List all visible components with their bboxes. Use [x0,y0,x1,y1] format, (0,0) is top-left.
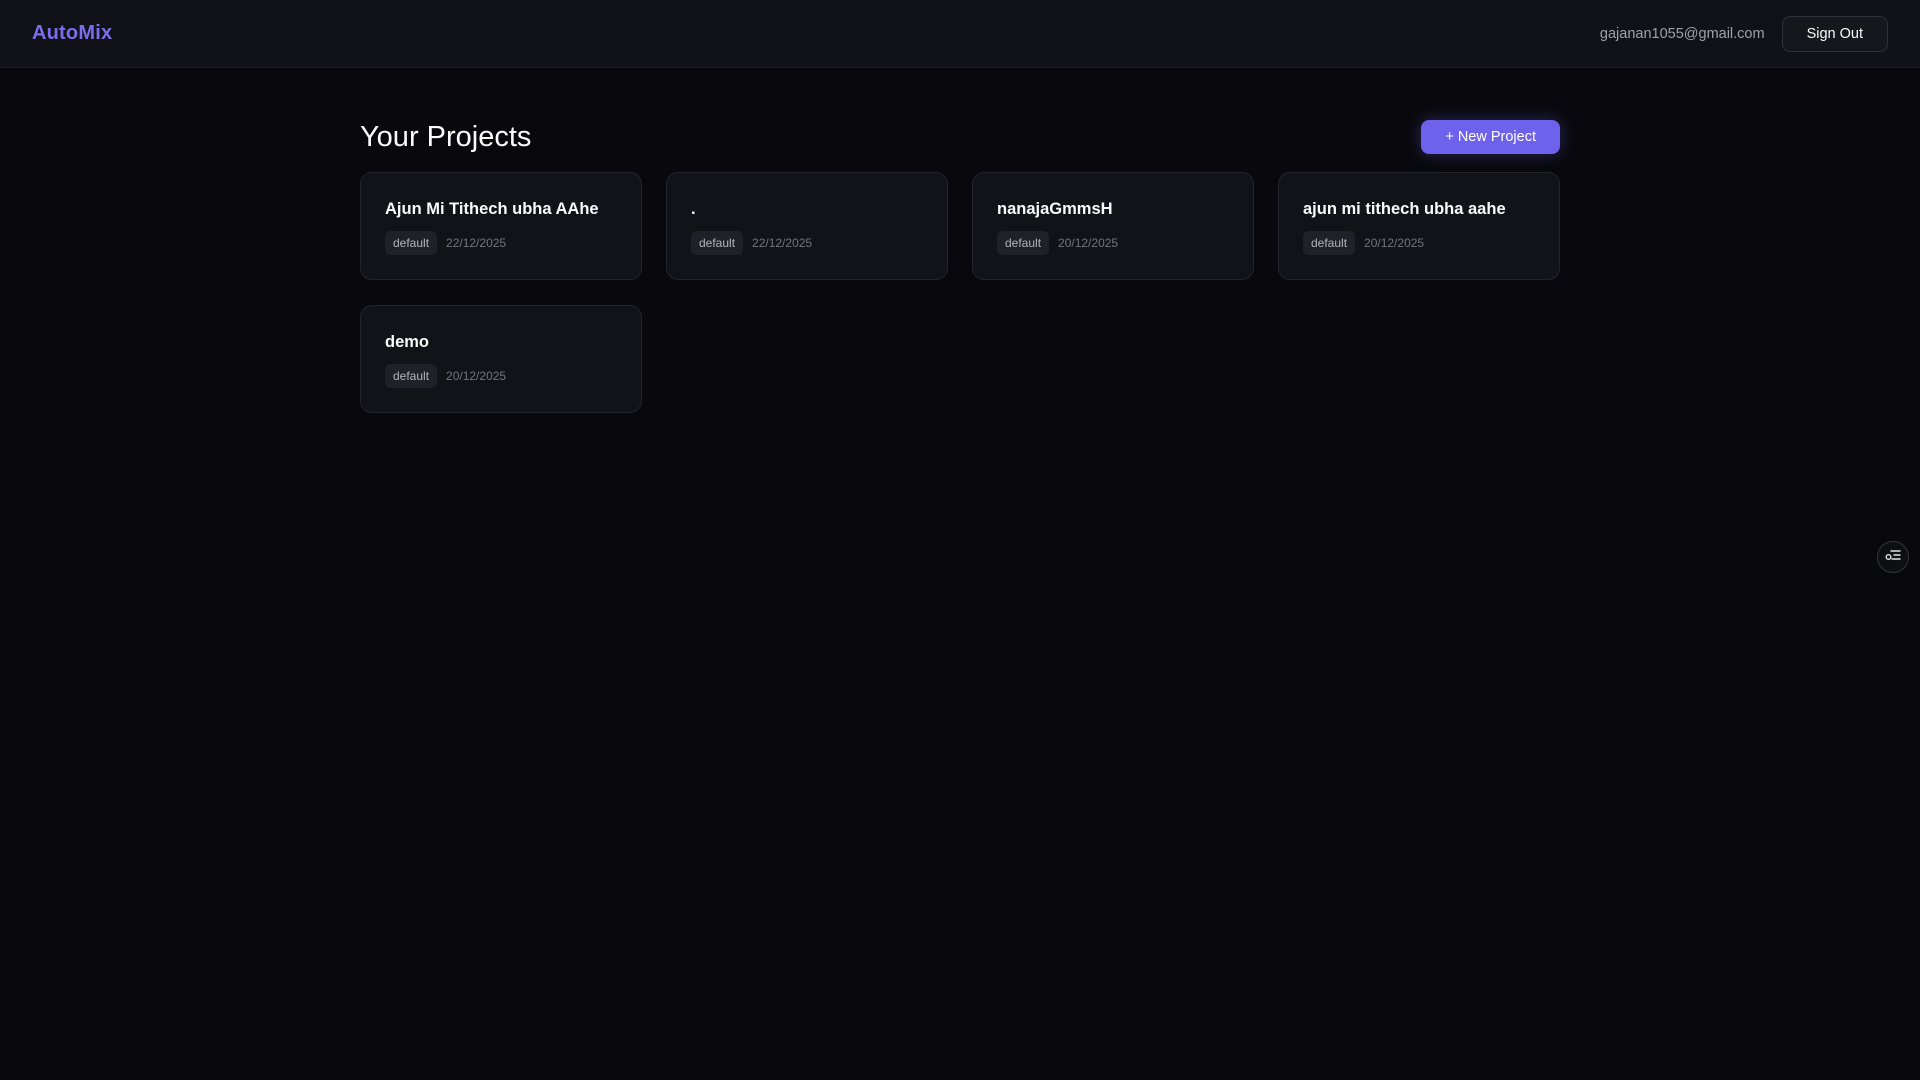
page-title: Your Projects [360,120,532,153]
floating-settings-button[interactable] [1877,541,1909,573]
page-header: Your Projects + New Project [360,120,1560,154]
project-card[interactable]: Ajun Mi Tithech ubha AAhe default 22/12/… [360,172,642,280]
new-project-button[interactable]: + New Project [1421,120,1560,154]
project-card[interactable]: . default 22/12/2025 [666,172,948,280]
project-card[interactable]: nanajaGmmsH default 20/12/2025 [972,172,1254,280]
project-card[interactable]: demo default 20/12/2025 [360,305,642,413]
project-tag: default [385,231,438,255]
projects-grid: Ajun Mi Tithech ubha AAhe default 22/12/… [360,172,1560,413]
project-date: 20/12/2025 [446,369,507,383]
project-tag: default [997,231,1050,255]
project-tag: default [385,364,438,388]
project-date: 20/12/2025 [1364,236,1425,250]
project-title: . [691,200,696,218]
project-tag: default [1303,231,1356,255]
project-title: demo [385,333,430,351]
project-meta: default 22/12/2025 [691,231,923,255]
top-navbar: AutoMix gajanan1055@gmail.com Sign Out [0,0,1920,68]
main-content: Your Projects + New Project Ajun Mi Tith… [360,68,1560,413]
project-meta: default 20/12/2025 [385,364,617,388]
project-date: 22/12/2025 [446,236,507,250]
user-area: gajanan1055@gmail.com Sign Out [1599,15,1888,52]
project-card[interactable]: ajun mi tithech ubha aahe default 20/12/… [1278,172,1560,280]
project-meta: default 22/12/2025 [385,231,617,255]
settings-toggle-icon [1885,548,1901,567]
user-email: gajanan1055@gmail.com [1599,25,1765,42]
project-tag: default [691,231,744,255]
app-logo[interactable]: AutoMix [32,22,112,45]
project-title: Ajun Mi Tithech ubha AAhe [385,200,599,218]
project-date: 22/12/2025 [752,236,813,250]
project-title: nanajaGmmsH [997,200,1113,218]
project-meta: default 20/12/2025 [1303,231,1535,255]
project-title: ajun mi tithech ubha aahe [1303,200,1506,218]
sign-out-button[interactable]: Sign Out [1781,15,1888,52]
project-date: 20/12/2025 [1058,236,1119,250]
project-meta: default 20/12/2025 [997,231,1229,255]
